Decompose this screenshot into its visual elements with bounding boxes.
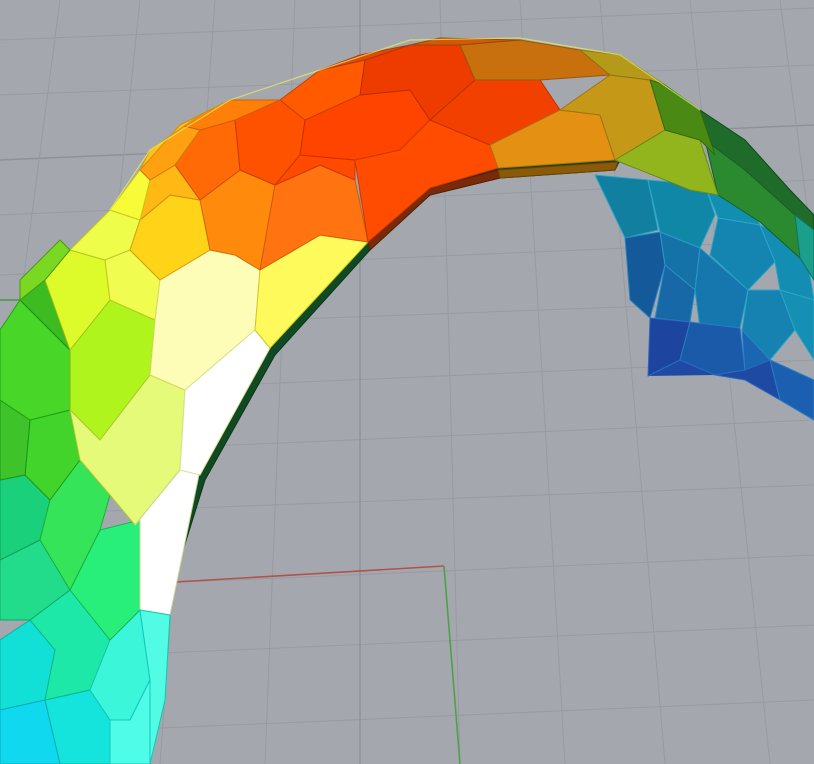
viewport-scene <box>0 0 814 764</box>
origin-axes <box>174 565 461 764</box>
3d-viewport[interactable] <box>0 0 814 764</box>
x-axis-line <box>174 565 445 583</box>
arch-model[interactable] <box>0 37 814 764</box>
